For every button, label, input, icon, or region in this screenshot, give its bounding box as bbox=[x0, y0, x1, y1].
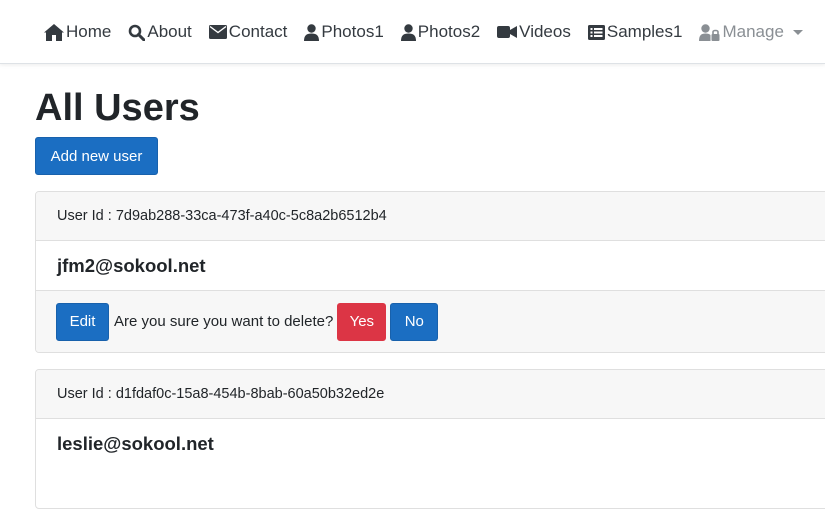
delete-confirm-text: Are you sure you want to delete? bbox=[114, 313, 334, 330]
user-email: jfm2@sokool.net bbox=[57, 254, 206, 276]
nav-item-photos1[interactable]: Photos1 bbox=[304, 22, 384, 42]
user-icon bbox=[304, 23, 321, 41]
user-email: leslie@sokool.net bbox=[57, 432, 214, 454]
nav-item-contact[interactable]: Contact bbox=[208, 22, 288, 42]
edit-button[interactable]: Edit bbox=[56, 302, 109, 341]
list-alt-icon bbox=[587, 24, 607, 40]
nav-label-contact: Contact bbox=[228, 22, 288, 41]
envelope-icon bbox=[208, 25, 229, 39]
nav-item-about[interactable]: About bbox=[128, 22, 192, 42]
caret-down-icon bbox=[792, 29, 803, 35]
confirm-no-button[interactable]: No bbox=[390, 302, 439, 341]
nav-label-videos: Videos bbox=[519, 22, 571, 41]
confirm-yes-button[interactable]: Yes bbox=[337, 302, 387, 341]
home-icon bbox=[44, 23, 66, 41]
nav-item-home[interactable]: Home bbox=[44, 22, 111, 42]
nav-label-photos2: Photos2 bbox=[417, 22, 481, 41]
user-card-footer: Edit Are you sure you want to delete? Ye… bbox=[36, 290, 825, 352]
nav-item-samples1[interactable]: Samples1 bbox=[587, 22, 683, 42]
top-navbar: Home About Contact Photos1 Photos2 Video… bbox=[0, 0, 825, 64]
add-new-user-button[interactable]: Add new user bbox=[35, 137, 158, 175]
search-icon bbox=[128, 24, 147, 41]
nav-label-about: About bbox=[147, 22, 192, 41]
nav-item-videos[interactable]: Videos bbox=[497, 22, 571, 42]
video-icon bbox=[497, 25, 519, 39]
user-lock-icon bbox=[699, 23, 722, 41]
user-id-header: User Id : 7d9ab288-33ca-473f-a40c-5c8a2b… bbox=[36, 192, 825, 241]
user-card: User Id : 7d9ab288-33ca-473f-a40c-5c8a2b… bbox=[35, 191, 825, 353]
nav-item-photos2[interactable]: Photos2 bbox=[400, 22, 481, 42]
user-icon bbox=[400, 23, 418, 41]
nav-label-manage: Manage bbox=[722, 22, 784, 41]
nav-label-samples1: Samples1 bbox=[606, 22, 683, 41]
nav-label-home: Home bbox=[66, 22, 112, 41]
user-card: User Id : d1fdaf0c-15a8-454b-8bab-60a50b… bbox=[35, 369, 825, 509]
nav-item-manage-dropdown[interactable]: Manage bbox=[699, 22, 803, 42]
nav-label-photos1: Photos1 bbox=[321, 22, 384, 41]
user-id-header: User Id : d1fdaf0c-15a8-454b-8bab-60a50b… bbox=[36, 370, 825, 419]
nav-list: Home About Contact Photos1 Photos2 Video… bbox=[44, 20, 820, 44]
page-title: All Users bbox=[35, 87, 200, 129]
